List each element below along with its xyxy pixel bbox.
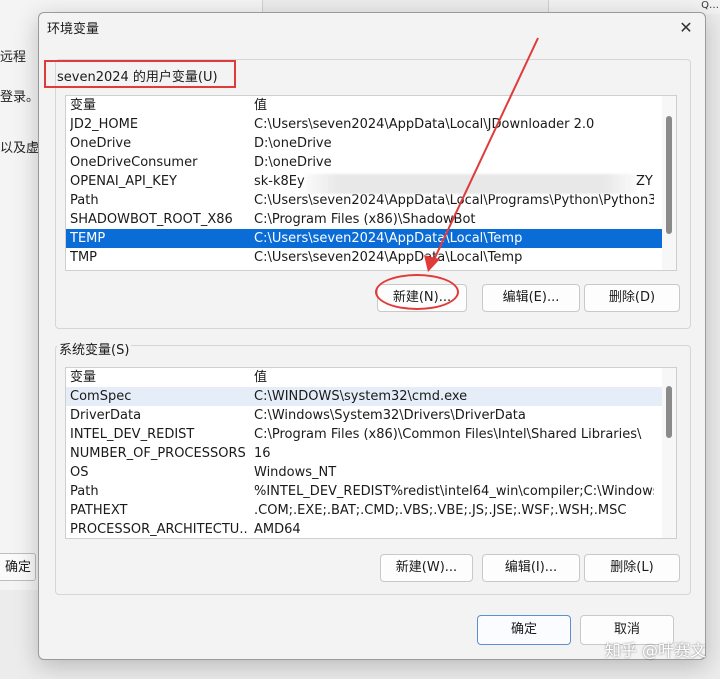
annotation-arrow xyxy=(424,37,539,272)
zhihu-watermark: 知乎 @叶赛文 xyxy=(604,641,706,660)
